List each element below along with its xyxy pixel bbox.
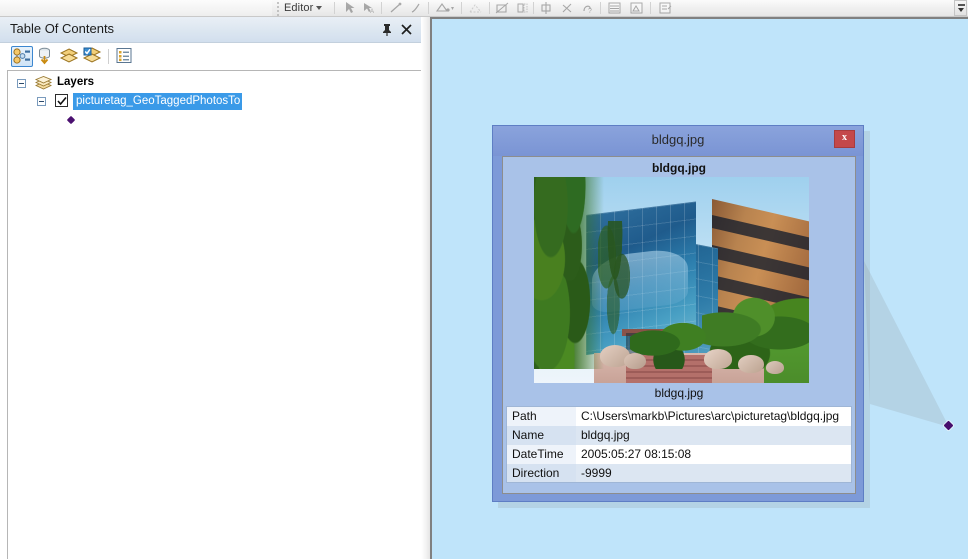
- arcmap-application-window: Editor A ? Table Of Contents Layers pict…: [0, 0, 968, 559]
- close-icon[interactable]: [400, 22, 413, 36]
- toolbar-left-empty-area: [0, 0, 272, 16]
- tree-label-layers: Layers: [57, 76, 95, 88]
- popup-close-button[interactable]: x: [834, 130, 855, 148]
- tree-row-layer[interactable]: picturetag_GeoTaggedPhotosTo: [37, 93, 407, 111]
- list-by-source-button[interactable]: [36, 46, 58, 67]
- list-by-visibility-button[interactable]: [59, 46, 81, 67]
- toolbar-separator: [489, 2, 490, 14]
- svg-text:?: ?: [588, 8, 592, 15]
- popup-close-label: x: [842, 132, 847, 143]
- toc-toolbar: [0, 43, 421, 71]
- expander-collapse-icon[interactable]: [17, 79, 26, 88]
- table-row: Name bldgq.jpg: [506, 425, 852, 445]
- photo-boulder: [624, 353, 646, 369]
- layers-stack-icon: [34, 76, 53, 90]
- toolbar-separator: [334, 2, 335, 14]
- union-icon[interactable]: [539, 1, 554, 15]
- attribute-table: Path C:\Users\markb\Pictures\arc\picture…: [506, 406, 852, 483]
- toolbar-separator: [600, 2, 601, 14]
- list-by-drawing-order-button[interactable]: [11, 46, 33, 67]
- editor-dropdown-menu[interactable]: Editor: [284, 1, 323, 15]
- popup-title-text: bldgq.jpg: [651, 132, 705, 147]
- attribute-value: 2005:05:27 08:15:08: [576, 444, 852, 464]
- toc-options-button[interactable]: [114, 46, 136, 67]
- sketch-properties-icon[interactable]: [629, 1, 644, 15]
- expander-collapse-icon[interactable]: [37, 97, 46, 106]
- toolbar-separator: [381, 2, 382, 14]
- table-row: Direction -9999: [506, 463, 852, 483]
- toolbar-separator: [650, 2, 651, 14]
- popup-content-area: bldgq.jpg bldgq.jpg Path C:\Users\markb\…: [502, 156, 856, 494]
- split-icon[interactable]: [495, 1, 510, 15]
- table-row: Path C:\Users\markb\Pictures\arc\picture…: [506, 406, 852, 426]
- attributes-table-icon[interactable]: [607, 1, 622, 15]
- table-of-contents-panel: Table Of Contents Layers picturetag_GeoT…: [0, 17, 421, 559]
- point-marker-symbol-icon: [66, 115, 76, 125]
- page-title: Table Of Contents: [10, 21, 115, 36]
- attribute-key: Direction: [506, 463, 576, 483]
- attribute-value: -9999: [576, 463, 852, 483]
- photo-boulder: [704, 349, 732, 369]
- attribute-key: Name: [506, 425, 576, 445]
- undo-sketch-icon[interactable]: ?: [580, 1, 595, 15]
- toc-layer-tree[interactable]: Layers picturetag_GeoTaggedPhotosTo: [7, 70, 421, 559]
- table-row: DateTime 2005:05:27 08:15:08: [506, 444, 852, 464]
- toolbar-separator: [533, 2, 534, 14]
- photo-boulder: [766, 361, 784, 374]
- toolbar-grip-handle[interactable]: [277, 2, 280, 16]
- photo-left-tree: [534, 177, 604, 369]
- toolbar-separator: [428, 2, 429, 14]
- photo-boulder: [738, 355, 764, 373]
- attribute-value: bldgq.jpg: [576, 425, 852, 445]
- attribute-value: C:\Users\markb\Pictures\arc\picturetag\b…: [576, 406, 852, 426]
- panel-splitter[interactable]: [421, 17, 430, 559]
- straight-segment-icon[interactable]: [388, 1, 403, 15]
- popup-body-heading: bldgq.jpg: [652, 161, 706, 175]
- attribute-key: DateTime: [506, 444, 576, 464]
- toc-title-bar: Table Of Contents: [0, 17, 421, 43]
- toolbar-overflow-button[interactable]: [954, 0, 967, 16]
- pin-icon[interactable]: [381, 23, 393, 37]
- construction-tools-icon[interactable]: [435, 1, 457, 15]
- layer-visibility-checkbox[interactable]: [55, 94, 68, 107]
- rotate-icon[interactable]: [560, 1, 575, 15]
- create-features-icon[interactable]: [658, 1, 673, 15]
- popup-title-bar[interactable]: bldgq.jpg x: [493, 126, 863, 156]
- toc-toolbar-separator: [108, 49, 109, 64]
- tree-row-layers[interactable]: Layers: [17, 75, 407, 93]
- trace-icon[interactable]: [408, 1, 423, 15]
- office-building-photo: [534, 177, 809, 383]
- toolbar-separator: [461, 2, 462, 14]
- photo-popup-window[interactable]: bldgq.jpg x bldgq.jpg bldgq.jpg Path C:\…: [492, 125, 864, 502]
- attribute-key: Path: [506, 406, 576, 426]
- clip-icon[interactable]: [515, 1, 530, 15]
- list-by-selection-button[interactable]: [82, 46, 104, 67]
- svg-text:A: A: [370, 9, 374, 15]
- mid-point-icon[interactable]: [468, 1, 483, 15]
- editor-menu-label: Editor: [284, 2, 314, 14]
- edit-tool-arrow-icon[interactable]: [342, 1, 357, 15]
- editor-toolbar: Editor A ?: [0, 0, 968, 17]
- geotagged-photo-point-marker[interactable]: [943, 420, 954, 431]
- tree-row-symbol: [37, 112, 237, 130]
- chevron-down-icon: [958, 8, 964, 12]
- chevron-down-icon: [316, 6, 323, 11]
- map-data-frame[interactable]: bldgq.jpg x bldgq.jpg bldgq.jpg Path C:\…: [430, 17, 968, 559]
- overflow-bar-icon: [958, 4, 965, 6]
- edit-annotation-icon[interactable]: A: [361, 1, 376, 15]
- tree-label-layer-name[interactable]: picturetag_GeoTaggedPhotosTo: [73, 93, 243, 110]
- photo-caption: bldgq.jpg: [654, 386, 704, 400]
